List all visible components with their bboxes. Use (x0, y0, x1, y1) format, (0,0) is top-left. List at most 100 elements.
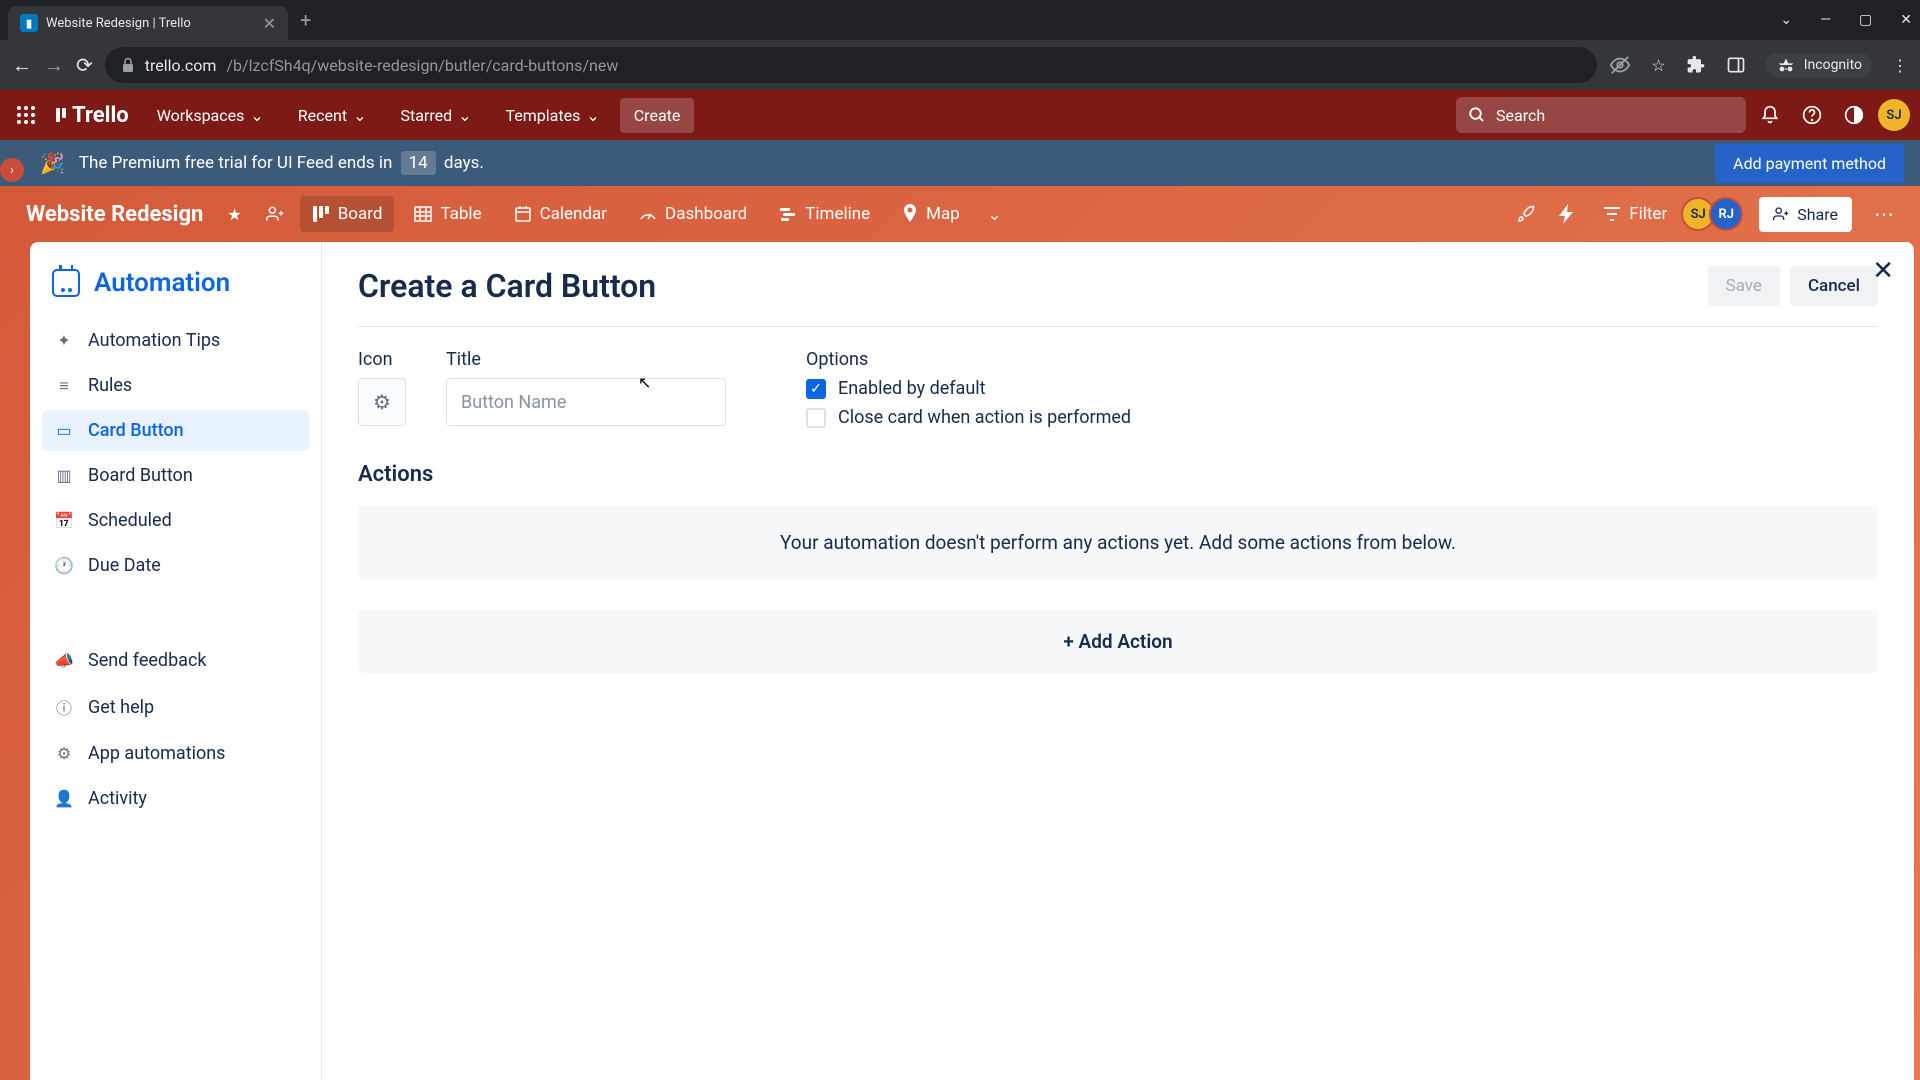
board-title[interactable]: Website Redesign (18, 202, 211, 227)
back-icon[interactable]: ← (12, 53, 32, 78)
close-card-checkbox[interactable] (806, 408, 826, 428)
sidebar-item-tips[interactable]: ✦ Automation Tips (42, 320, 309, 361)
add-action-button[interactable]: + Add Action (358, 610, 1878, 673)
automation-icon (52, 269, 80, 297)
workspace-visibility-icon[interactable] (258, 197, 292, 231)
new-tab-button[interactable]: + (300, 8, 311, 32)
more-views-icon[interactable]: ⌄ (980, 197, 1009, 232)
list-icon: ≡ (54, 376, 74, 396)
timeline-view-label: Timeline (805, 204, 870, 224)
add-payment-button[interactable]: Add payment method (1715, 144, 1904, 183)
option-enabled-row: ✓ Enabled by default (806, 378, 1131, 399)
search-input[interactable]: Search (1456, 97, 1746, 133)
banner-expand-icon[interactable]: › (0, 158, 24, 182)
create-button[interactable]: Create (620, 98, 695, 133)
forward-icon: → (44, 53, 64, 78)
board-members: SJ RJ (1687, 197, 1743, 231)
actions-title: Actions (358, 462, 1878, 487)
search-placeholder: Search (1496, 106, 1545, 125)
maximize-icon[interactable]: ▢ (1859, 12, 1872, 28)
templates-menu[interactable]: Templates⌄ (492, 98, 614, 133)
notifications-icon[interactable] (1752, 97, 1788, 133)
extensions-icon[interactable] (1686, 55, 1706, 75)
automation-title-text: Automation (94, 268, 230, 298)
enabled-checkbox[interactable]: ✓ (806, 379, 826, 399)
tabs-dropdown-icon[interactable]: ⌄ (1780, 12, 1792, 28)
browser-tab-bar: ▮ Website Redesign | Trello ✕ + ⌄ — ▢ ✕ (0, 0, 1920, 40)
main-header: Create a Card Button Save Cancel (358, 266, 1878, 327)
minimize-icon[interactable]: — (1820, 12, 1831, 28)
board-header: Website Redesign ★ Board Table Calendar … (0, 186, 1920, 242)
star-icon[interactable]: ☆ (1651, 56, 1665, 75)
sidebar-item-card-button[interactable]: ▭ Card Button (42, 410, 309, 451)
share-button[interactable]: Share (1759, 197, 1852, 232)
sidebar-item-rules[interactable]: ≡ Rules (42, 365, 309, 406)
tab-close-icon[interactable]: ✕ (263, 14, 276, 33)
trello-logo[interactable]: Trello (48, 103, 137, 128)
board-view-label: Board (338, 204, 383, 224)
icon-picker[interactable]: ⚙ (358, 378, 406, 426)
help-icon[interactable] (1794, 97, 1830, 133)
browser-tab[interactable]: ▮ Website Redesign | Trello ✕ (8, 6, 288, 40)
url-bar[interactable]: trello.com/b/lzcfSh4q/website-redesign/b… (105, 47, 1598, 83)
star-board-icon[interactable]: ★ (219, 197, 249, 232)
sidebar-item-app-automations[interactable]: ⚙ App automations (42, 733, 309, 774)
eye-off-icon[interactable] (1609, 54, 1631, 76)
map-view-button[interactable]: Map (890, 196, 972, 232)
recent-label: Recent (298, 106, 347, 125)
sidebar-item-due-date[interactable]: 🕐 Due Date (42, 545, 309, 586)
bolt-icon[interactable] (1551, 196, 1583, 232)
kebab-menu-icon[interactable]: ⋮ (1892, 56, 1908, 75)
lock-icon (121, 57, 135, 73)
save-button: Save (1708, 266, 1780, 306)
starred-menu[interactable]: Starred⌄ (386, 98, 485, 133)
header-actions: Save Cancel (1708, 266, 1878, 306)
board-view-icon (312, 205, 330, 223)
share-label: Share (1797, 205, 1838, 224)
option-close-card-label: Close card when action is performed (838, 407, 1131, 428)
sidebar-item-feedback[interactable]: 📣 Send feedback (42, 640, 309, 681)
tab-title: Website Redesign | Trello (46, 16, 191, 31)
calendar-view-icon (514, 205, 532, 223)
calendar-view-button[interactable]: Calendar (502, 196, 619, 232)
table-view-button[interactable]: Table (402, 196, 493, 232)
board-icon: ▥ (54, 466, 74, 485)
theme-icon[interactable] (1836, 97, 1872, 133)
sidebar-item-board-button[interactable]: ▥ Board Button (42, 455, 309, 496)
recent-menu[interactable]: Recent⌄ (284, 98, 381, 133)
button-name-input[interactable] (446, 378, 726, 426)
sidebar-item-activity[interactable]: 👤 Activity (42, 778, 309, 819)
filter-button[interactable]: Filter (1591, 196, 1679, 232)
dashboard-view-button[interactable]: Dashboard (627, 196, 759, 232)
sidebar-item-help[interactable]: ⓘ Get help (42, 685, 309, 729)
url-path: /b/lzcfSh4q/website-redesign/butler/card… (226, 56, 618, 75)
incognito-icon (1776, 57, 1796, 73)
apps-grid-icon[interactable] (10, 99, 42, 131)
timeline-view-button[interactable]: Timeline (767, 196, 882, 232)
automation-panel: Automation ✦ Automation Tips ≡ Rules ▭ C… (30, 242, 1914, 1080)
sidebar-item-label: Due Date (88, 555, 161, 576)
sidebar-item-label: Scheduled (88, 510, 172, 531)
trello-header: Trello Workspaces⌄ Recent⌄ Starred⌄ Temp… (0, 90, 1920, 140)
member-avatar-rj[interactable]: RJ (1709, 197, 1743, 231)
sidebar-item-scheduled[interactable]: 📅 Scheduled (42, 500, 309, 541)
rocket-icon[interactable] (1509, 197, 1543, 231)
calendar-icon: 📅 (54, 511, 74, 530)
board-view-button[interactable]: Board (300, 196, 395, 232)
search-icon (1468, 106, 1486, 124)
board-menu-icon[interactable]: ⋯ (1866, 194, 1902, 234)
sidebar-item-label: Board Button (88, 465, 193, 486)
close-window-icon[interactable]: ✕ (1900, 12, 1912, 28)
cancel-button[interactable]: Cancel (1790, 266, 1878, 306)
reload-icon[interactable]: ⟳ (76, 53, 93, 77)
sidebar-item-label: Get help (88, 697, 154, 718)
filter-label: Filter (1629, 204, 1667, 224)
close-panel-icon[interactable]: ✕ (1872, 256, 1894, 286)
user-avatar[interactable]: SJ (1878, 99, 1910, 131)
option-enabled-label: Enabled by default (838, 378, 986, 399)
person-icon: 👤 (54, 789, 74, 808)
workspaces-menu[interactable]: Workspaces⌄ (143, 98, 278, 133)
incognito-badge[interactable]: Incognito (1766, 53, 1872, 77)
starred-label: Starred (400, 106, 452, 125)
side-panel-icon[interactable] (1726, 55, 1746, 75)
